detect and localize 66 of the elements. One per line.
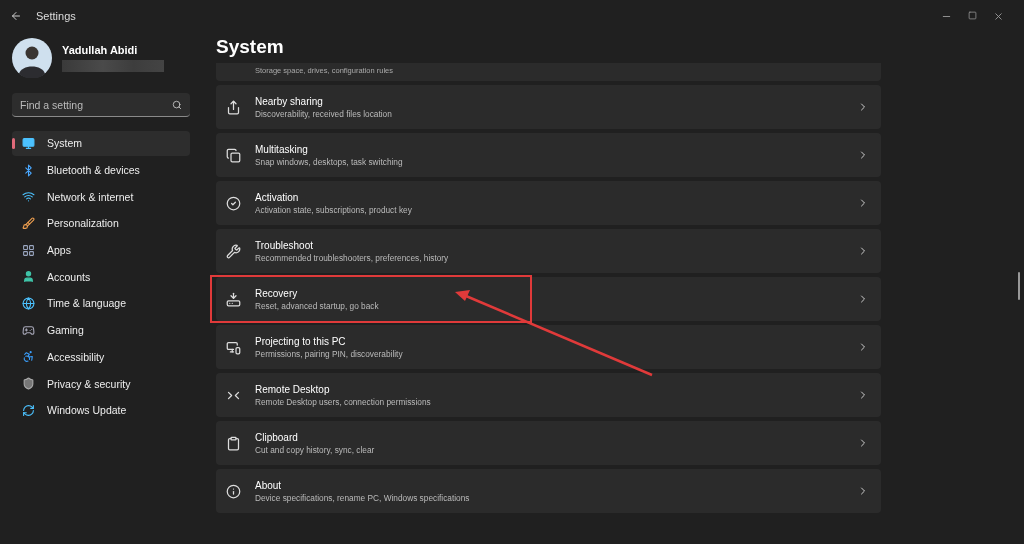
apps-grid-icon	[22, 243, 35, 257]
card-subtitle: Recommended troubleshooters, preferences, history	[255, 252, 450, 263]
card-title: Troubleshoot	[255, 239, 314, 251]
window-title: Settings	[36, 10, 76, 22]
card-subtitle: Activation state, subscriptions, product key	[255, 204, 413, 215]
card-subtitle: Permissions, pairing PIN, discoverability	[255, 348, 404, 359]
sidebar-item[interactable]: Personalization	[12, 211, 190, 236]
drive-icon	[226, 291, 241, 307]
card-title: Clipboard	[255, 431, 299, 443]
back-icon[interactable]	[10, 10, 22, 22]
card-title: Multitasking	[255, 143, 309, 155]
brush-icon	[22, 216, 35, 230]
search-field[interactable]: Find a setting	[12, 93, 190, 117]
maximize-icon[interactable]	[968, 10, 977, 20]
card-subtitle: Remote Desktop users, connection permissions	[255, 396, 432, 407]
sidebar-item[interactable]: Windows Update	[12, 397, 190, 423]
card-title: Recovery	[255, 287, 299, 299]
sidebar-item[interactable]: Privacy & security	[12, 371, 190, 396]
accessibility-icon	[22, 350, 35, 364]
card-subtitle: Cut and copy history, sync, clear	[255, 444, 376, 455]
settings-card[interactable]: About Device specifications, rename PC, Windows specifications	[216, 469, 881, 513]
windows-icon	[226, 147, 241, 163]
card-subtitle: Discoverability, received files location	[255, 108, 393, 119]
scrollbar[interactable]	[1018, 272, 1020, 300]
settings-card[interactable]: Activation Activation state, subscriptions, product key	[216, 181, 881, 225]
refresh-icon	[22, 403, 35, 417]
info-icon	[226, 483, 241, 499]
wrench-icon	[226, 243, 241, 259]
avatar	[12, 38, 52, 78]
screens-icon	[226, 339, 241, 355]
settings-card[interactable]: Remote Desktop Remote Desktop users, connection permissions	[216, 373, 881, 417]
settings-card[interactable]: Multitasking Snap windows, desktops, task switching	[216, 133, 881, 177]
sidebar-item[interactable]: System	[12, 131, 190, 156]
close-icon[interactable]	[993, 10, 1004, 22]
search-icon	[172, 100, 182, 110]
share-icon	[226, 99, 241, 115]
sidebar-item[interactable]: Accessibility	[12, 344, 190, 370]
settings-card[interactable]: Troubleshoot Recommended troubleshooters, preferences, history	[216, 229, 881, 273]
shield-icon	[22, 377, 35, 391]
sidebar-item[interactable]: Network & internet	[12, 184, 190, 210]
gamepad-icon	[22, 323, 35, 337]
settings-card[interactable]: Clipboard Cut and copy history, sync, clear	[216, 421, 881, 465]
card-subtitle: Snap windows, desktops, task switching	[255, 156, 404, 167]
monitor-icon	[22, 136, 35, 150]
sidebar-item[interactable]: Gaming	[12, 317, 190, 343]
bluetooth-icon	[22, 163, 35, 177]
card-title: Activation	[255, 191, 300, 203]
settings-card[interactable]: Nearby sharing Discoverability, received files location	[216, 85, 881, 129]
person-icon	[22, 270, 35, 284]
clipboard-icon	[226, 435, 241, 451]
card-title: About	[255, 479, 283, 491]
sidebar-item[interactable]: Accounts	[12, 264, 190, 290]
card-subtitle: Reset, advanced startup, go back	[255, 300, 380, 311]
sidebar-item[interactable]: Time & language	[12, 291, 190, 316]
card-title: Projecting to this PC	[255, 335, 347, 347]
check-circle-icon	[226, 195, 241, 211]
page-title: System	[216, 36, 285, 58]
settings-card[interactable]: Projecting to this PC Permissions, pairing PIN, discoverability	[216, 325, 881, 369]
account-name: Yadullah Abidi	[62, 44, 139, 56]
card-title: Remote Desktop	[255, 383, 331, 395]
card-title: Nearby sharing	[255, 95, 324, 107]
sidebar-item[interactable]: Bluetooth & devices	[12, 157, 190, 183]
sidebar-item[interactable]: Apps	[12, 237, 190, 263]
wifi-icon	[22, 190, 35, 204]
globe-icon	[22, 296, 35, 310]
card-subtitle: Device specifications, rename PC, Windows specifications	[255, 492, 471, 503]
